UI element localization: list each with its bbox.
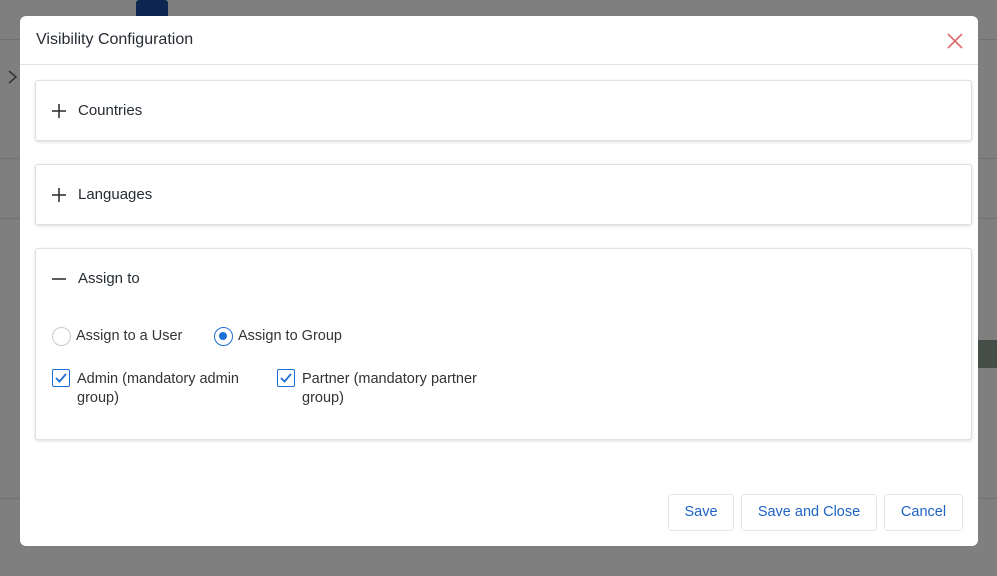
checkbox-checked-icon: [52, 369, 70, 387]
admin-group-checkbox[interactable]: Admin (mandatory admin group): [52, 369, 262, 409]
cancel-button[interactable]: Cancel: [884, 494, 963, 531]
languages-panel-label: Languages: [78, 186, 153, 203]
radio-label: Assign to Group: [238, 328, 342, 344]
assign-to-user-radio[interactable]: Assign to a User: [52, 327, 192, 347]
close-icon[interactable]: [944, 30, 966, 52]
checkbox-label: Admin (mandatory admin group): [77, 371, 239, 406]
partner-group-checkbox[interactable]: Partner (mandatory partner group): [277, 369, 502, 409]
checkbox-checked-icon: [277, 369, 295, 387]
radio-selected-icon: [214, 327, 233, 346]
countries-panel: Countries: [35, 80, 972, 141]
save-and-close-button[interactable]: Save and Close: [741, 494, 877, 531]
assign-to-panel-label: Assign to: [78, 270, 140, 287]
languages-panel-header[interactable]: Languages: [36, 165, 971, 225]
minus-icon: [52, 278, 66, 280]
checkbox-label: Partner (mandatory partner group): [302, 371, 477, 406]
assign-type-radio-group: Assign to a User Assign to Group: [52, 327, 652, 347]
save-button[interactable]: Save: [668, 494, 734, 531]
assign-to-panel-header[interactable]: Assign to: [36, 249, 971, 309]
assign-to-panel: Assign to Assign to a User Assign to Gro…: [35, 248, 972, 440]
countries-panel-label: Countries: [78, 102, 143, 119]
modal-title: Visibility Configuration: [36, 31, 194, 48]
plus-icon: [52, 188, 66, 202]
visibility-configuration-modal: Visibility Configuration Countries Langu…: [20, 16, 978, 546]
radio-unselected-icon: [52, 327, 71, 346]
radio-label: Assign to a User: [76, 328, 183, 344]
modal-header: Visibility Configuration: [20, 16, 978, 65]
assign-to-group-radio[interactable]: Assign to Group: [214, 327, 354, 347]
plus-icon: [52, 104, 66, 118]
languages-panel: Languages: [35, 164, 972, 225]
countries-panel-header[interactable]: Countries: [36, 81, 971, 141]
